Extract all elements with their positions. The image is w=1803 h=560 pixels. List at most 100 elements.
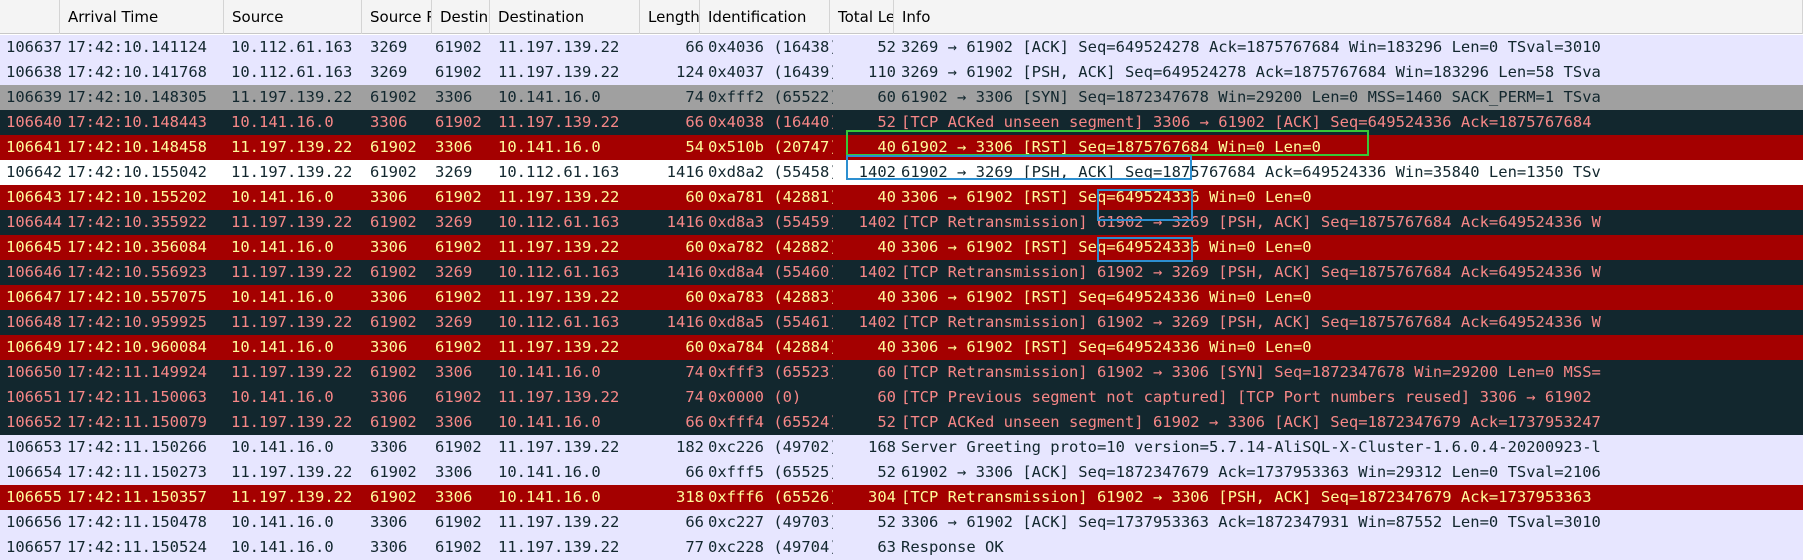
packet-row[interactable]: 106642 17:42:10.155042 11.197.139.22 61902 3…: [0, 160, 1803, 185]
column-header-length[interactable]: Length: [640, 0, 700, 34]
cell-source: 10.141.16.0: [231, 238, 334, 256]
cell-source-port: 3269: [370, 63, 408, 81]
cell-no: 106643: [6, 188, 62, 206]
cell-total-length: 60: [877, 388, 896, 406]
packet-row[interactable]: 106656 17:42:11.150478 10.141.16.0 3306 6190…: [0, 510, 1803, 535]
packet-row[interactable]: 106649 17:42:10.960084 10.141.16.0 3306 6190…: [0, 335, 1803, 360]
cell-destination: 10.112.61.163: [498, 313, 620, 331]
packet-row[interactable]: 106637 17:42:10.141124 10.112.61.163 3269 61…: [0, 35, 1803, 60]
cell-dest-port: 3306: [435, 138, 473, 156]
cell-length: 66: [685, 38, 704, 56]
cell-identification: 0xfff5 (65525): [708, 463, 833, 481]
cell-arrival-time: 17:42:11.150079: [67, 413, 207, 431]
column-header-info[interactable]: Info: [894, 0, 1803, 34]
cell-dest-port: 3269: [435, 213, 473, 231]
cell-destination: 11.197.139.22: [498, 63, 620, 81]
packet-row[interactable]: 106647 17:42:10.557075 10.141.16.0 3306 6190…: [0, 285, 1803, 310]
cell-source-port: 3306: [370, 538, 408, 556]
cell-total-length: 52: [877, 413, 896, 431]
column-header-destination[interactable]: Destination: [490, 0, 640, 34]
cell-total-length: 168: [868, 438, 896, 456]
cell-arrival-time: 17:42:10.148458: [67, 138, 207, 156]
packet-row[interactable]: 106638 17:42:10.141768 10.112.61.163 3269 61…: [0, 60, 1803, 85]
packet-row[interactable]: 106657 17:42:11.150524 10.141.16.0 3306 6190…: [0, 535, 1803, 560]
packet-row[interactable]: 106655 17:42:11.150357 11.197.139.22 61902 3…: [0, 485, 1803, 510]
cell-dest-port: 61902: [435, 38, 482, 56]
cell-source: 10.141.16.0: [231, 438, 334, 456]
cell-identification: 0x0000 (0): [708, 388, 802, 406]
cell-total-length: 1402: [858, 313, 896, 331]
cell-destination: 11.197.139.22: [498, 438, 620, 456]
packet-row[interactable]: 106645 17:42:10.356084 10.141.16.0 3306 6190…: [0, 235, 1803, 260]
cell-no: 106638: [6, 63, 62, 81]
cell-destination: 11.197.139.22: [498, 513, 620, 531]
cell-source: 11.197.139.22: [231, 88, 353, 106]
cell-source-port: 3306: [370, 513, 408, 531]
cell-source-port: 3306: [370, 238, 408, 256]
cell-info: 61902 → 3306 [SYN] Seq=1872347678 Win=29…: [901, 88, 1601, 106]
packet-row[interactable]: 106648 17:42:10.959925 11.197.139.22 61902 3…: [0, 310, 1803, 335]
cell-arrival-time: 17:42:10.960084: [67, 338, 207, 356]
cell-identification: 0xc227 (49703): [708, 513, 833, 531]
cell-no: 106645: [6, 238, 62, 256]
column-header-no[interactable]: [0, 0, 60, 34]
cell-source: 10.141.16.0: [231, 513, 334, 531]
cell-source-port: 3306: [370, 438, 408, 456]
cell-destination: 11.197.139.22: [498, 388, 620, 406]
cell-length: 66: [685, 513, 704, 531]
cell-info: 3306 → 61902 [RST] Seq=649524336 Win=0 L…: [901, 188, 1312, 206]
cell-arrival-time: 17:42:11.150524: [67, 538, 207, 556]
cell-info: 3306 → 61902 [RST] Seq=649524336 Win=0 L…: [901, 238, 1312, 256]
cell-arrival-time: 17:42:11.150478: [67, 513, 207, 531]
cell-source: 10.112.61.163: [231, 63, 353, 81]
packet-row[interactable]: 106640 17:42:10.148443 10.141.16.0 3306 6190…: [0, 110, 1803, 135]
cell-destination: 11.197.139.22: [498, 288, 620, 306]
cell-source: 10.141.16.0: [231, 338, 334, 356]
cell-total-length: 63: [877, 538, 896, 556]
packet-row[interactable]: 106639 17:42:10.148305 11.197.139.22 61902 3…: [0, 85, 1803, 110]
cell-arrival-time: 17:42:10.141124: [67, 38, 207, 56]
cell-identification: 0xc228 (49704): [708, 538, 833, 556]
cell-no: 106651: [6, 388, 62, 406]
cell-identification: 0xfff2 (65522): [708, 88, 833, 106]
cell-arrival-time: 17:42:11.150063: [67, 388, 207, 406]
packet-row[interactable]: 106651 17:42:11.150063 10.141.16.0 3306 6190…: [0, 385, 1803, 410]
column-header-arrival-time[interactable]: Arrival Time: [60, 0, 224, 34]
cell-total-length: 52: [877, 463, 896, 481]
column-header-identification[interactable]: Identification: [700, 0, 830, 34]
packet-row[interactable]: 106641 17:42:10.148458 11.197.139.22 61902 3…: [0, 135, 1803, 160]
cell-source-port: 3306: [370, 113, 408, 131]
packet-row[interactable]: 106643 17:42:10.155202 10.141.16.0 3306 6190…: [0, 185, 1803, 210]
cell-no: 106648: [6, 313, 62, 331]
column-header-source[interactable]: Source: [224, 0, 362, 34]
packet-row[interactable]: 106652 17:42:11.150079 11.197.139.22 61902 3…: [0, 410, 1803, 435]
cell-info: [TCP Retransmission] 61902 → 3269 [PSH, …: [901, 313, 1601, 331]
cell-identification: 0xd8a2 (55458): [708, 163, 833, 181]
cell-arrival-time: 17:42:10.355922: [67, 213, 207, 231]
cell-destination: 11.197.139.22: [498, 538, 620, 556]
cell-no: 106642: [6, 163, 62, 181]
packet-row[interactable]: 106646 17:42:10.556923 11.197.139.22 61902 3…: [0, 260, 1803, 285]
cell-source-port: 61902: [370, 313, 417, 331]
packet-row[interactable]: 106653 17:42:11.150266 10.141.16.0 3306 6190…: [0, 435, 1803, 460]
cell-arrival-time: 17:42:10.155202: [67, 188, 207, 206]
cell-source-port: 61902: [370, 363, 417, 381]
packet-row[interactable]: 106650 17:42:11.149924 11.197.139.22 61902 3…: [0, 360, 1803, 385]
cell-info: [TCP Retransmission] 61902 → 3306 [SYN] …: [901, 363, 1601, 381]
column-header-total-length[interactable]: Total Le: [830, 0, 894, 34]
cell-destination: 11.197.139.22: [498, 338, 620, 356]
column-header-source-port[interactable]: Source P: [362, 0, 432, 34]
cell-no: 106644: [6, 213, 62, 231]
column-header-dest-port[interactable]: Destina: [432, 0, 490, 34]
packet-row[interactable]: 106654 17:42:11.150273 11.197.139.22 61902 3…: [0, 460, 1803, 485]
cell-total-length: 110: [868, 63, 896, 81]
cell-length: 60: [685, 188, 704, 206]
cell-identification: 0xa782 (42882): [708, 238, 833, 256]
cell-identification: 0xd8a3 (55459): [708, 213, 833, 231]
cell-arrival-time: 17:42:10.155042: [67, 163, 207, 181]
cell-identification: 0xd8a5 (55461): [708, 313, 833, 331]
cell-identification: 0xa783 (42883): [708, 288, 833, 306]
packet-row[interactable]: 106644 17:42:10.355922 11.197.139.22 61902 3…: [0, 210, 1803, 235]
cell-destination: 10.112.61.163: [498, 213, 620, 231]
cell-arrival-time: 17:42:11.150273: [67, 463, 207, 481]
